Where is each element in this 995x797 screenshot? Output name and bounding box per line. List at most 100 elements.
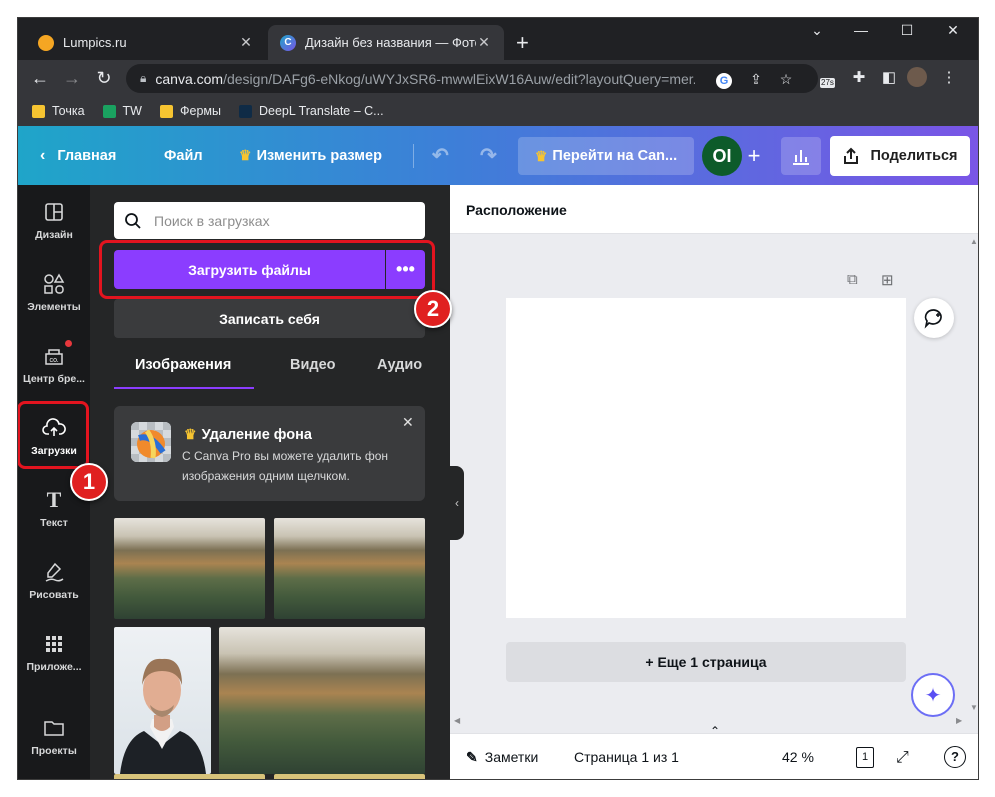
tab-title: Дизайн без названия — Фотокс — [305, 35, 476, 50]
google-icon[interactable]: G — [714, 69, 734, 89]
bookmark-star-icon[interactable]: ☆ — [776, 69, 796, 89]
deepl-icon — [238, 104, 252, 118]
chevron-left-icon: ‹ — [40, 146, 46, 164]
step-badge-1: 1 — [70, 463, 108, 501]
canva-favicon-icon: C — [280, 34, 296, 51]
apps-icon — [42, 632, 66, 656]
upload-thumbnail-mountain[interactable] — [274, 518, 425, 619]
minimize-icon[interactable]: — — [838, 22, 884, 38]
tw-icon — [102, 104, 116, 118]
brand-icon: CO. — [42, 339, 72, 368]
add-collaborator-icon[interactable]: + — [740, 137, 768, 175]
tab-images[interactable]: Изображения — [135, 357, 231, 387]
help-icon[interactable]: ? — [944, 746, 966, 768]
nav-apps[interactable]: Приложе... — [18, 617, 90, 687]
bookmarks-bar: Точка TW Фермы DeepL Translate – C... — [18, 96, 978, 126]
browser-window: Lumpics.ru ✕ C Дизайн без названия — Фот… — [17, 17, 979, 780]
search-placeholder: Поиск в загрузках — [154, 212, 270, 229]
share-page-icon[interactable]: ⇪ — [746, 69, 766, 89]
notification-dot — [65, 339, 72, 347]
tab-videos[interactable]: Видео — [290, 357, 336, 387]
page-grid-button[interactable]: 1 — [856, 747, 874, 768]
active-tab-indicator — [114, 387, 254, 389]
new-tab-icon[interactable]: + — [516, 30, 529, 56]
promo-text: С Canva Pro вы можете удалить фон изобра… — [182, 449, 389, 483]
redo-icon[interactable]: ↷ — [480, 126, 497, 185]
header-divider — [413, 144, 414, 168]
notes-button[interactable]: ✎ Заметки — [466, 749, 538, 766]
add-page-icon[interactable]: ⊞ — [881, 271, 894, 289]
bookmark-item[interactable]: TW — [102, 104, 142, 118]
tab-audio[interactable]: Аудио — [377, 357, 422, 387]
go-pro-button[interactable]: ♛ Перейти на Can... — [518, 137, 694, 175]
extension-timer-icon[interactable]: 27s — [818, 67, 840, 89]
crown-icon: ♛ — [184, 426, 197, 442]
nav-design[interactable]: Дизайн — [18, 185, 90, 255]
beach-ball-image — [131, 422, 171, 462]
page-info[interactable]: Страница 1 из 1 — [574, 749, 679, 765]
tab-close-icon[interactable]: ✕ — [238, 34, 254, 51]
nav-elements[interactable]: Элементы — [18, 257, 90, 327]
search-icon — [125, 212, 141, 229]
tab-canva[interactable]: C Дизайн без названия — Фотокс ✕ — [268, 25, 504, 60]
nav-projects[interactable]: Проекты — [18, 701, 90, 771]
home-button[interactable]: ‹ Главная — [40, 126, 116, 185]
close-window-icon[interactable]: ✕ — [930, 22, 976, 39]
extensions-puzzle-icon[interactable]: ✚ — [848, 67, 870, 89]
close-icon[interactable]: ✕ — [402, 414, 414, 431]
share-button[interactable]: Поделиться — [830, 136, 970, 176]
folder-icon — [42, 716, 66, 740]
canva-header: ‹ Главная Файл ♛ Изменить размер ↶ ↷ ♛ Пере… — [18, 126, 978, 185]
add-page-button[interactable]: + Еще 1 страница — [506, 642, 906, 682]
profile-avatar-icon[interactable] — [906, 67, 928, 89]
design-workspace: Расположение ⧉ ⊞ + Еще 1 страница ✦ ▲ ▼ … — [450, 185, 978, 779]
avatar[interactable]: OI — [702, 136, 742, 176]
bookmark-item[interactable]: Точка — [32, 104, 85, 118]
maximize-icon[interactable]: ☐ — [884, 22, 930, 39]
side-panel-icon[interactable]: ◧ — [878, 67, 900, 89]
browser-menu-icon[interactable]: ⋮ — [938, 67, 960, 89]
fullscreen-icon[interactable]: ⤢ — [896, 749, 909, 767]
upload-thumbnail-portrait[interactable] — [114, 627, 211, 774]
promo-title: ♛ Удаление фона — [184, 426, 312, 443]
tab-search-chevron-icon[interactable]: ⌄ — [794, 22, 840, 39]
browser-toolbar: ← → ↻ 🔒︎ canva.com/design/DAFg6-eNkog/uW… — [18, 60, 978, 96]
folder-icon — [159, 104, 173, 118]
file-menu-button[interactable]: Файл — [164, 126, 203, 185]
folder-icon — [32, 104, 45, 118]
step-badge-2: 2 — [414, 290, 452, 328]
duplicate-page-icon[interactable]: ⧉ — [847, 271, 858, 288]
bookmark-item[interactable]: Фермы — [159, 104, 221, 118]
back-icon[interactable]: ← — [28, 66, 52, 90]
resize-button[interactable]: ♛ Изменить размер — [239, 126, 382, 185]
tab-close-icon[interactable]: ✕ — [476, 34, 492, 51]
comment-icon[interactable] — [914, 298, 954, 338]
bookmark-item[interactable]: DeepL Translate – C... — [238, 104, 384, 118]
upload-thumbnail-partial[interactable] — [114, 774, 265, 779]
url-text: canva.com/design/DAFg6-eNkog/uWYJxSR6-mw… — [155, 70, 696, 87]
zoom-level[interactable]: 42 % — [782, 749, 814, 765]
draw-icon — [42, 560, 66, 584]
magic-sparkle-icon[interactable]: ✦ — [911, 673, 955, 717]
tab-strip: Lumpics.ru ✕ C Дизайн без названия — Фот… — [18, 18, 978, 60]
pages-icon: 1 — [856, 747, 874, 768]
upload-thumbnail-partial[interactable] — [274, 774, 425, 779]
upload-thumbnail-mountain[interactable] — [114, 518, 265, 619]
text-icon: T — [46, 486, 62, 512]
collapse-panel-handle[interactable]: ‹ — [450, 466, 464, 540]
nav-brand[interactable]: CO. Центр бре... — [18, 329, 90, 399]
reload-icon[interactable]: ↻ — [92, 66, 116, 90]
design-page[interactable] — [506, 298, 906, 618]
upload-thumbnail-mountain[interactable] — [219, 627, 425, 774]
position-label[interactable]: Расположение — [466, 202, 567, 218]
record-yourself-button[interactable]: Записать себя — [114, 299, 425, 338]
vertical-scrollbar[interactable]: ▲ ▼ — [968, 235, 978, 715]
undo-icon[interactable]: ↶ — [432, 126, 449, 185]
forward-icon[interactable]: → — [60, 66, 84, 90]
insights-icon[interactable] — [781, 137, 821, 175]
lock-icon: 🔒︎ — [140, 71, 147, 85]
nav-draw[interactable]: Рисовать — [18, 545, 90, 615]
search-input[interactable]: Поиск в загрузках — [114, 202, 425, 239]
tab-lumpics[interactable]: Lumpics.ru ✕ — [26, 25, 266, 60]
share-icon — [844, 147, 859, 164]
